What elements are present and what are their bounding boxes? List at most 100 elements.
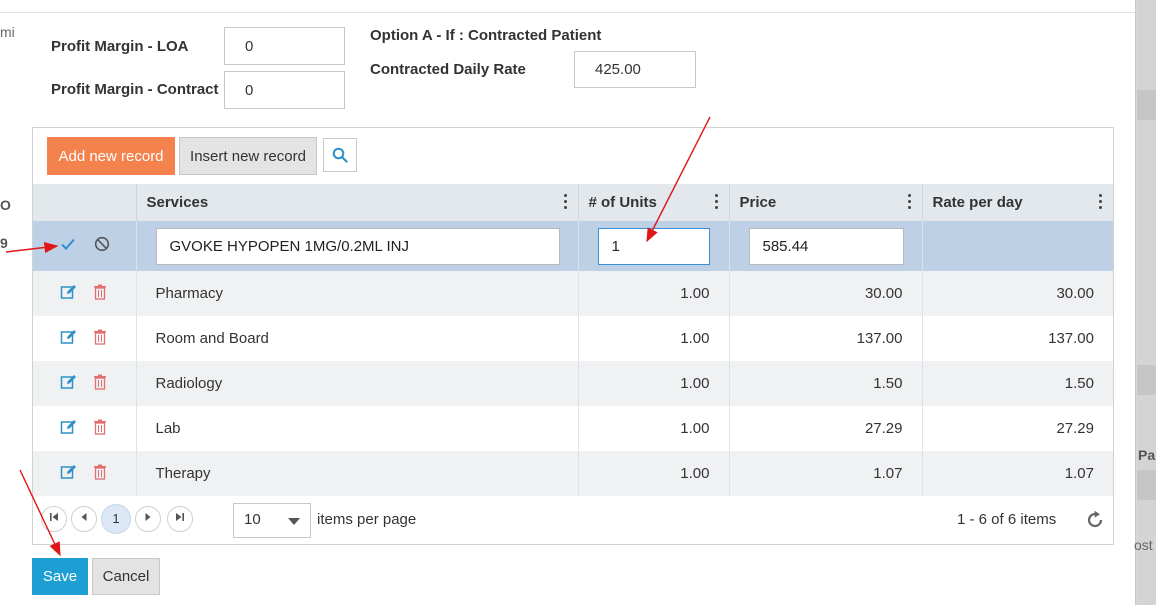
kebab-menu-icon[interactable] [907,194,912,210]
price-cell: 30.00 [728,271,922,316]
rate-cell: 30.00 [921,271,1113,316]
row-commands [33,361,136,406]
services-table: Services # of Units Price Rate per day G… [33,184,1113,496]
next-page-icon [145,513,151,521]
save-button[interactable]: Save [32,558,88,595]
edit-button[interactable] [60,464,77,484]
first-page-button[interactable] [41,506,67,532]
profit-margin-loa-label: Profit Margin - LOA [51,38,189,55]
column-header-rate[interactable]: Rate per day [921,184,1113,221]
column-header-label: Services [146,194,209,211]
price-cell: 1.07 [728,451,922,496]
background-page-strip [1137,470,1156,500]
column-header-price[interactable]: Price [728,184,922,221]
table-row: Therapy 1.00 1.07 1.07 [33,451,1113,496]
last-page-button[interactable] [167,506,193,532]
table-row-editing [33,221,1113,271]
service-cell: Therapy [135,451,578,496]
table-row: Radiology 1.00 1.50 1.50 [33,361,1113,406]
column-header-services[interactable]: Services [135,184,578,221]
delete-button[interactable] [93,329,107,349]
edit-icon [60,329,76,344]
background-text-fragment: Pa [1138,447,1156,463]
table-row: Lab 1.00 27.29 27.29 [33,406,1113,451]
page-number-button[interactable]: 1 [101,504,131,534]
edit-button[interactable] [60,329,77,349]
units-cell: 1.00 [577,361,729,406]
checkmark-icon [61,238,75,250]
column-header-units[interactable]: # of Units [577,184,729,221]
option-a-label: Option A - If : Contracted Patient [370,27,602,44]
kebab-menu-icon[interactable] [1099,194,1103,210]
service-cell: Pharmacy [135,271,578,316]
units-cell: 1.00 [577,406,729,451]
trash-icon [94,374,107,390]
table-header-row: Services # of Units Price Rate per day [33,184,1113,221]
rate-cell: 1.07 [921,451,1113,496]
cancel-edit-button[interactable] [94,236,110,256]
chevron-down-icon [288,518,300,525]
edit-button[interactable] [60,284,77,304]
contracted-daily-rate-input[interactable] [574,51,696,88]
trash-icon [94,419,107,435]
delete-button[interactable] [93,419,107,439]
service-cell [135,221,578,271]
insert-new-record-button[interactable]: Insert new record [179,137,317,175]
delete-button[interactable] [93,374,107,394]
column-header-label: Rate per day [932,194,1023,211]
modal-divider [0,12,1135,13]
profit-margin-contract-label: Profit Margin - Contract [51,81,219,98]
edit-icon [60,464,76,479]
update-button[interactable] [60,237,76,255]
refresh-button[interactable] [1085,510,1105,530]
trash-icon [94,329,107,345]
delete-button[interactable] [93,464,107,484]
price-cell: 137.00 [728,316,922,361]
price-cell: 27.29 [728,406,922,451]
profit-margin-loa-input[interactable] [224,27,345,65]
background-page-strip [1137,90,1156,120]
page-size-dropdown[interactable]: 10 [233,503,311,538]
background-text-fragment: 9 [0,235,8,251]
prev-page-icon [81,513,87,521]
trash-icon [94,284,107,300]
background-text-fragment: mi [0,24,15,40]
next-page-button[interactable] [135,506,161,532]
add-new-record-button[interactable]: Add new record [47,137,175,175]
background-text-fragment: ost [1134,537,1153,553]
price-input[interactable] [748,227,904,265]
table-row: Pharmacy 1.00 30.00 30.00 [33,271,1113,316]
trash-icon [94,464,107,480]
kebab-menu-icon[interactable] [563,194,568,210]
first-page-icon [50,513,58,521]
edit-icon [60,284,76,299]
page-size-value: 10 [244,511,261,528]
price-cell [728,221,922,271]
cancel-button[interactable]: Cancel [92,558,160,595]
services-grid: Add new record Insert new record Service… [32,127,1114,545]
search-button[interactable] [323,138,357,172]
prev-page-button[interactable] [71,506,97,532]
delete-button[interactable] [93,284,107,304]
items-per-page-label: items per page [317,511,417,528]
edit-button[interactable] [60,374,77,394]
contracted-daily-rate-label: Contracted Daily Rate [370,61,526,78]
column-header-label: Price [739,194,777,211]
last-page-icon [176,513,184,521]
units-input[interactable] [597,227,710,265]
units-cell: 1.00 [577,451,729,496]
edit-button[interactable] [60,419,77,439]
service-cell: Radiology [135,361,578,406]
rate-cell [921,221,1113,271]
rate-cell: 27.29 [921,406,1113,451]
price-cell: 1.50 [728,361,922,406]
service-input[interactable] [155,227,560,265]
cancel-icon [95,236,110,252]
units-cell [577,221,729,271]
column-header-label: # of Units [588,194,657,211]
profit-margin-contract-input[interactable] [224,71,345,109]
table-row: Room and Board 1.00 137.00 137.00 [33,316,1113,361]
row-commands [33,406,136,451]
kebab-menu-icon[interactable] [714,194,719,210]
units-cell: 1.00 [577,316,729,361]
